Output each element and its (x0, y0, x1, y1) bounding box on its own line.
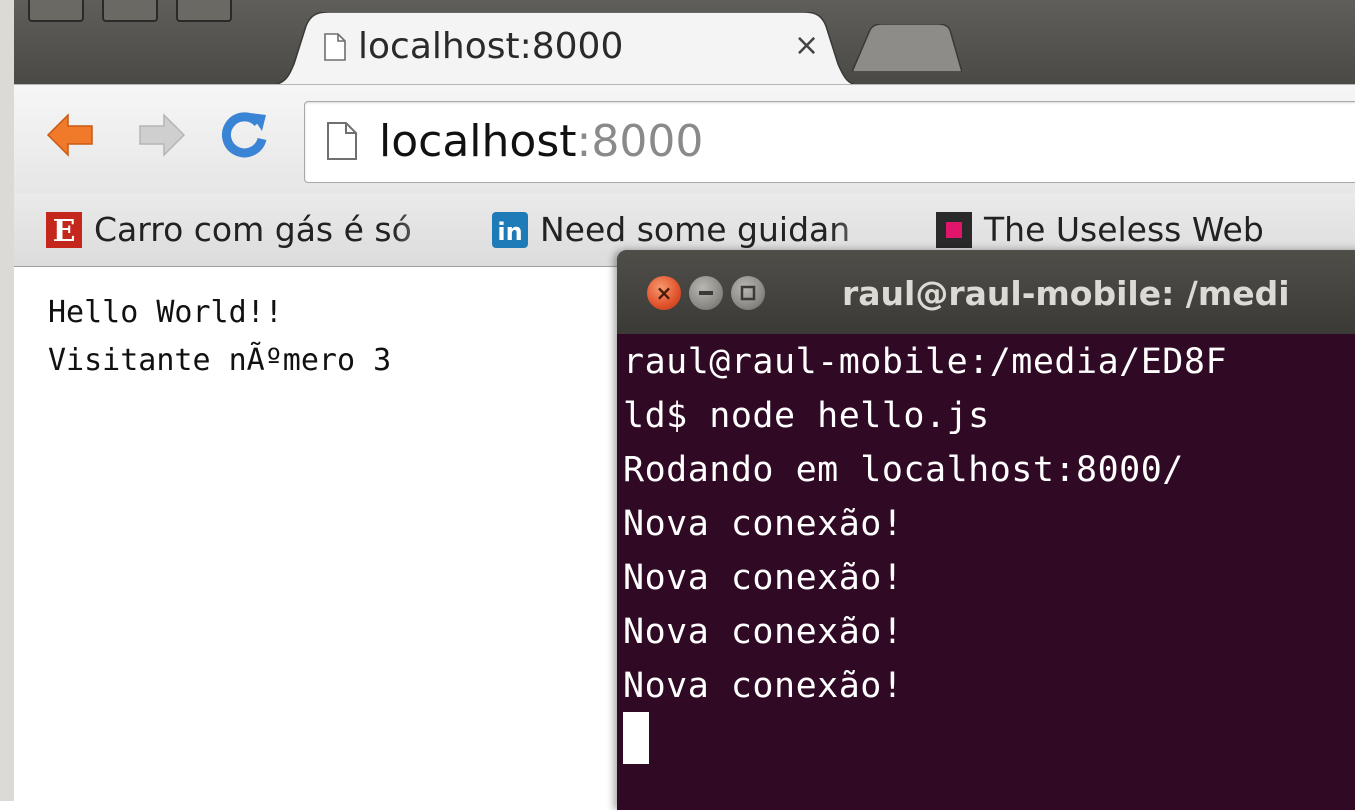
terminal-line: ld$ node hello.js (623, 396, 990, 436)
tab-localhost[interactable]: localhost:8000 × (264, 12, 864, 86)
window-close-button[interactable] (28, 0, 84, 22)
maximize-icon (740, 285, 756, 301)
window-minimize-button[interactable] (102, 0, 158, 22)
terminal-line: Nova conexão! (623, 558, 904, 598)
new-tab-button[interactable] (850, 23, 963, 73)
desktop-background (0, 0, 15, 801)
terminal-line: Rodando em localhost:8000/ (623, 450, 1184, 490)
useless-web-icon (936, 212, 972, 248)
url-port: :8000 (576, 116, 704, 167)
terminal-maximize-button[interactable] (731, 276, 765, 310)
address-bar-url: localhost:8000 (379, 116, 703, 167)
terminal-line: Nova conexão! (623, 612, 904, 652)
document-icon (324, 33, 346, 61)
terminal-title: raul@raul-mobile: /medi (842, 274, 1290, 313)
reload-icon[interactable] (214, 105, 274, 165)
minimize-icon (699, 291, 713, 295)
url-host: localhost (379, 116, 577, 167)
bookmark-label: The Useless Web (984, 210, 1264, 249)
terminal-cursor (623, 712, 649, 764)
forward-arrow-icon[interactable] (132, 105, 192, 165)
page-text-line: Hello World!! (48, 295, 283, 330)
document-icon (327, 122, 357, 164)
terminal-line: Nova conexão! (623, 666, 904, 706)
svg-text:in: in (497, 218, 522, 246)
window-maximize-button[interactable] (176, 0, 232, 22)
tab-close-icon[interactable]: × (794, 28, 819, 63)
e-logo-icon: E (46, 212, 82, 249)
bookmark-item[interactable]: in Need some guidan (492, 206, 912, 254)
terminal-line: raul@raul-mobile:/media/ED8F (623, 342, 1228, 382)
page-text-line: Visitante nÃºmero 3 (48, 343, 392, 378)
bookmark-item[interactable]: The Useless Web (936, 206, 1336, 254)
terminal-titlebar: × raul@raul-mobile: /medi (617, 250, 1355, 334)
linkedin-icon: in (492, 212, 528, 248)
terminal-output[interactable]: raul@raul-mobile:/media/ED8F ld$ node he… (617, 334, 1355, 810)
back-arrow-icon[interactable] (40, 105, 100, 165)
close-icon: × (655, 281, 673, 305)
terminal-window: × raul@raul-mobile: /medi raul@raul-mobi… (617, 250, 1355, 810)
tab-title: localhost:8000 (358, 26, 624, 67)
address-bar[interactable]: localhost:8000 (304, 101, 1355, 183)
bookmark-label: Carro com gás é só (94, 210, 412, 249)
terminal-line: Nova conexão! (623, 504, 904, 544)
bookmark-label: Need some guidan (540, 210, 851, 249)
terminal-minimize-button[interactable] (689, 276, 723, 310)
terminal-close-button[interactable]: × (647, 276, 681, 310)
svg-text:E: E (53, 214, 76, 248)
tab-strip: localhost:8000 × (14, 0, 1355, 86)
toolbar: localhost:8000 (14, 84, 1355, 195)
bookmark-item[interactable]: E Carro com gás é só (46, 206, 466, 254)
